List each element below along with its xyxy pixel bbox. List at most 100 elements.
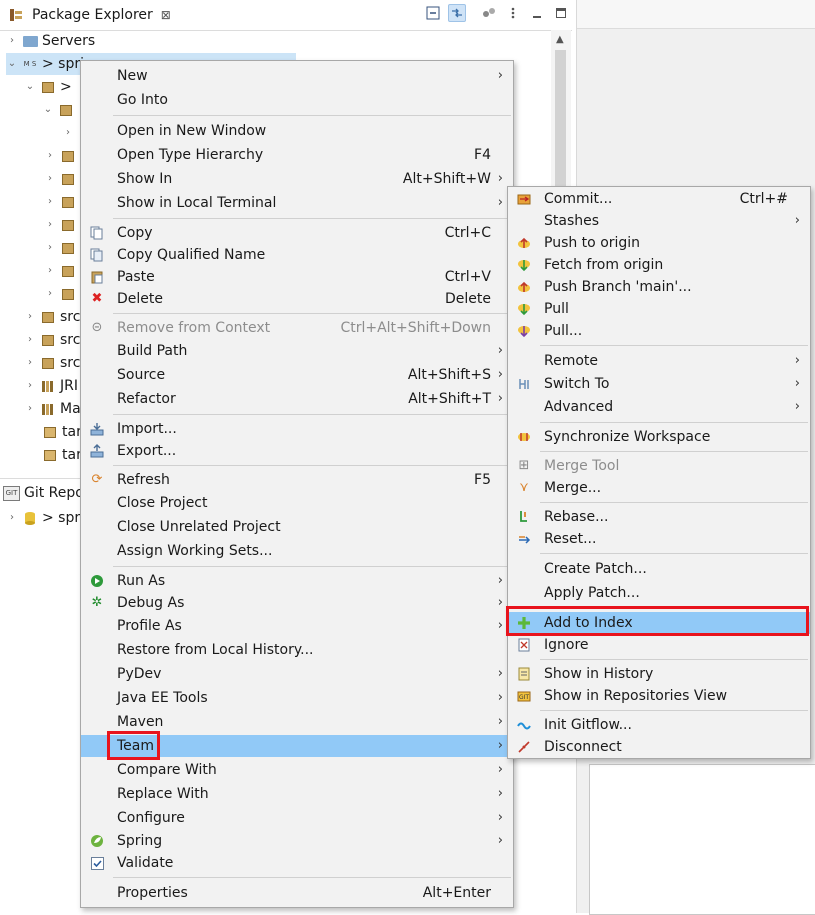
link-with-editor-icon[interactable] <box>448 4 466 22</box>
tree-item-child[interactable]: ⌄ > <box>24 76 72 98</box>
scrollbar-thumb[interactable] <box>555 50 566 190</box>
menu-item-go-into[interactable]: Go Into <box>81 89 513 111</box>
menu-item-show-in-local-terminal[interactable]: Show in Local Terminal › <box>81 192 513 214</box>
view-menu-icon[interactable] <box>504 4 522 22</box>
chevron-right-icon[interactable]: › <box>24 329 36 351</box>
focus-icon[interactable] <box>480 4 498 22</box>
menu-item-refactor[interactable]: Refactor Alt+Shift+T › <box>81 388 513 410</box>
tree-item-jre[interactable]: › JRI <box>24 375 78 397</box>
tree-item-child[interactable]: › <box>44 145 80 167</box>
chevron-down-icon[interactable]: ⌄ <box>42 99 54 121</box>
menu-item-java-ee-tools[interactable]: Java EE Tools › <box>81 687 513 709</box>
tree-item-child[interactable]: › <box>44 237 80 259</box>
tree-item-child[interactable]: › <box>44 260 80 282</box>
menu-item-commit[interactable]: Commit... Ctrl+# <box>508 188 810 210</box>
git-repositories-tab[interactable]: GIT Git Repo <box>0 480 84 506</box>
menu-item-show-in-repositories-view[interactable]: GIT Show in Repositories View <box>508 685 810 707</box>
menu-item-merge[interactable]: ⋎ Merge... <box>508 477 810 499</box>
chevron-right-icon[interactable]: › <box>62 122 74 144</box>
scroll-up-icon[interactable]: ▲ <box>556 34 564 45</box>
tree-item-src[interactable]: › src <box>24 352 80 374</box>
chevron-down-icon[interactable]: ⌄ <box>6 53 18 75</box>
menu-item-import[interactable]: Import... <box>81 418 513 440</box>
tree-item-maven[interactable]: › Ma <box>24 398 81 420</box>
menu-item-open-in-new-window[interactable]: Open in New Window <box>81 120 513 142</box>
menu-item-validate[interactable]: Validate <box>81 852 513 874</box>
menu-item-synchronize-workspace[interactable]: Synchronize Workspace <box>508 426 810 448</box>
menu-item-push-branch[interactable]: Push Branch 'main'... <box>508 276 810 298</box>
tree-item-src[interactable]: › src <box>24 306 80 328</box>
menu-item-remote[interactable]: Remote › <box>508 350 810 372</box>
menu-item-push-to-origin[interactable]: Push to origin <box>508 232 810 254</box>
menu-item-switch-to[interactable]: Switch To › <box>508 373 810 395</box>
tree-item-target[interactable]: tar <box>38 444 82 466</box>
maximize-icon[interactable] <box>552 4 570 22</box>
menu-item-properties[interactable]: Properties Alt+Enter <box>81 882 513 904</box>
minimize-icon[interactable] <box>528 4 546 22</box>
tree-item-child[interactable]: › <box>44 191 80 213</box>
collapse-all-icon[interactable] <box>424 4 442 22</box>
tree-item-src[interactable]: › src <box>24 329 80 351</box>
chevron-right-icon[interactable]: › <box>24 375 36 397</box>
tree-item-servers[interactable]: › Servers <box>6 30 95 52</box>
menu-item-run-as[interactable]: Run As › <box>81 570 513 592</box>
menu-item-fetch-from-origin[interactable]: Fetch from origin <box>508 254 810 276</box>
tree-item-child[interactable]: ⌄ <box>42 99 78 121</box>
menu-item-show-in[interactable]: Show In Alt+Shift+W › <box>81 168 513 190</box>
menu-item-build-path[interactable]: Build Path › <box>81 340 513 362</box>
chevron-right-icon[interactable]: › <box>44 237 56 259</box>
chevron-right-icon[interactable]: › <box>44 214 56 236</box>
menu-item-new[interactable]: New › <box>81 65 513 87</box>
tree-item-child[interactable]: › <box>44 214 80 236</box>
chevron-down-icon[interactable]: ⌄ <box>24 76 36 98</box>
menu-item-show-in-history[interactable]: Show in History <box>508 663 810 685</box>
menu-item-create-patch[interactable]: Create Patch... <box>508 558 810 580</box>
chevron-right-icon[interactable]: › <box>6 30 18 52</box>
git-tree-item-repository[interactable]: › > spri <box>6 507 84 529</box>
menu-item-close-project[interactable]: Close Project <box>81 492 513 514</box>
menu-item-maven[interactable]: Maven › <box>81 711 513 733</box>
menu-item-configure[interactable]: Configure › <box>81 807 513 829</box>
chevron-right-icon[interactable]: › <box>44 145 56 167</box>
menu-item-delete[interactable]: ✖ Delete Delete <box>81 288 513 310</box>
chevron-right-icon[interactable]: › <box>6 507 18 529</box>
menu-item-profile-as[interactable]: Profile As › <box>81 615 513 637</box>
menu-item-export[interactable]: Export... <box>81 440 513 462</box>
chevron-right-icon[interactable]: › <box>24 352 36 374</box>
menu-item-disconnect[interactable]: Disconnect <box>508 736 810 758</box>
menu-item-debug-as[interactable]: ✲ Debug As › <box>81 592 513 614</box>
menu-item-init-gitflow[interactable]: Init Gitflow... <box>508 714 810 736</box>
menu-item-copy[interactable]: Copy Ctrl+C <box>81 222 513 244</box>
menu-item-pull[interactable]: Pull <box>508 298 810 320</box>
menu-item-rebase[interactable]: Rebase... <box>508 506 810 528</box>
chevron-right-icon[interactable]: › <box>44 260 56 282</box>
chevron-right-icon[interactable]: › <box>24 398 36 420</box>
menu-item-open-type-hierarchy[interactable]: Open Type Hierarchy F4 <box>81 144 513 166</box>
chevron-right-icon[interactable]: › <box>44 283 56 305</box>
menu-item-pull-dialog[interactable]: Pull... <box>508 320 810 342</box>
menu-item-replace-with[interactable]: Replace With › <box>81 783 513 805</box>
tree-item-child[interactable]: › <box>44 168 80 190</box>
menu-item-apply-patch[interactable]: Apply Patch... <box>508 582 810 604</box>
menu-item-spring[interactable]: Spring › <box>81 830 513 852</box>
menu-item-source[interactable]: Source Alt+Shift+S › <box>81 364 513 386</box>
tree-item-child[interactable]: › <box>62 122 74 144</box>
menu-item-refresh[interactable]: ⟳ Refresh F5 <box>81 469 513 491</box>
menu-item-pydev[interactable]: PyDev › <box>81 663 513 685</box>
close-icon[interactable]: ⊠ <box>161 0 171 31</box>
menu-item-stashes[interactable]: Stashes › <box>508 210 810 232</box>
chevron-right-icon[interactable]: › <box>44 191 56 213</box>
menu-item-copy-qualified-name[interactable]: Copy Qualified Name <box>81 244 513 266</box>
menu-item-assign-working-sets[interactable]: Assign Working Sets... <box>81 540 513 562</box>
tree-item-child[interactable]: › <box>44 283 80 305</box>
chevron-right-icon[interactable]: › <box>44 168 56 190</box>
chevron-right-icon[interactable]: › <box>24 306 36 328</box>
package-explorer-tab[interactable]: Package Explorer ⊠ <box>0 0 179 30</box>
menu-item-compare-with[interactable]: Compare With › <box>81 759 513 781</box>
menu-item-advanced[interactable]: Advanced › <box>508 396 810 418</box>
menu-item-paste[interactable]: Paste Ctrl+V <box>81 266 513 288</box>
menu-item-ignore[interactable]: Ignore <box>508 634 810 656</box>
menu-item-reset[interactable]: Reset... <box>508 528 810 550</box>
menu-item-restore-from-local-history[interactable]: Restore from Local History... <box>81 639 513 661</box>
menu-item-close-unrelated-project[interactable]: Close Unrelated Project <box>81 516 513 538</box>
